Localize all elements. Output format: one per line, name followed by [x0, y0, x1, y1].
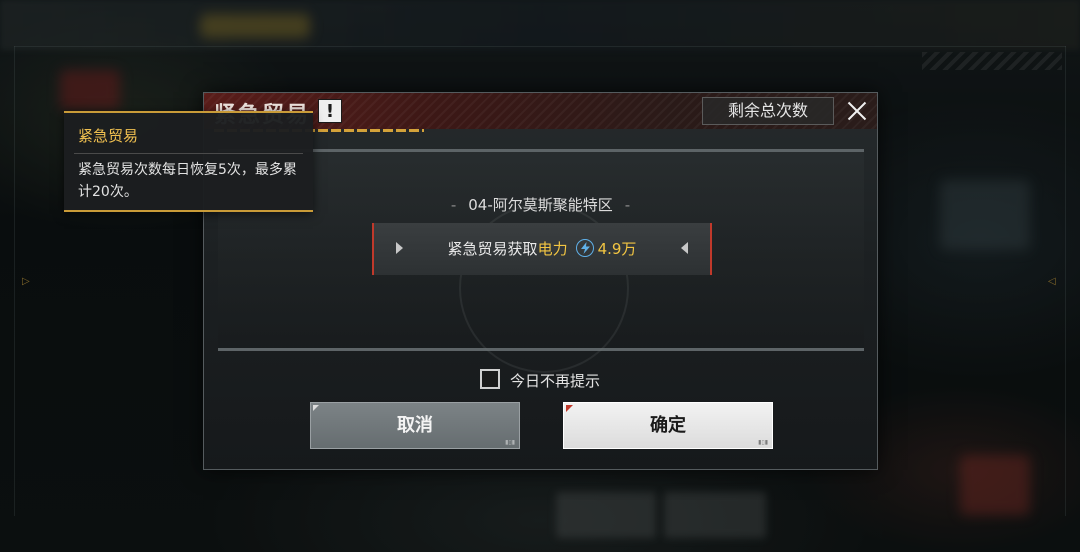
tooltip-title: 紧急贸易: [78, 127, 139, 145]
dont-remind-checkbox[interactable]: [480, 369, 500, 389]
exclamation-icon[interactable]: !: [318, 99, 342, 123]
lightning-icon: [575, 239, 594, 257]
confirm-label: 确定: [650, 415, 686, 436]
region-dash-left: -: [450, 196, 457, 214]
reward-panel: 紧急贸易获取电力 4.9万: [372, 223, 712, 275]
arrow-left-icon: [681, 242, 688, 254]
reward-amount: 4.9万: [597, 240, 637, 258]
cancel-button[interactable]: 取消 ▮▯▮: [310, 402, 520, 449]
confirm-button[interactable]: 确定 ▮▯▮: [563, 402, 773, 449]
reward-resource: 电力: [537, 240, 568, 258]
tooltip-divider: [74, 153, 303, 154]
region-dash-right: -: [624, 196, 631, 214]
reward-label: 紧急贸易获取: [447, 240, 538, 258]
info-tooltip: 紧急贸易 紧急贸易次数每日恢复5次，最多累计20次。: [64, 111, 313, 212]
remaining-count: 剩余总次数 10/20: [702, 97, 834, 129]
region-label: 04-阿尔莫斯聚能特区: [468, 196, 613, 214]
close-icon[interactable]: [842, 96, 872, 126]
dont-remind-label[interactable]: 今日不再提示: [510, 370, 600, 391]
content-divider-top: [218, 149, 864, 152]
cancel-label: 取消: [397, 415, 433, 436]
button-mark: ▮▯▮: [758, 439, 768, 446]
tooltip-body: 紧急贸易次数每日恢复5次，最多累计20次。: [78, 162, 297, 200]
reward-line: 紧急贸易获取电力 4.9万: [374, 238, 710, 259]
button-mark: ▮▯▮: [505, 439, 515, 446]
